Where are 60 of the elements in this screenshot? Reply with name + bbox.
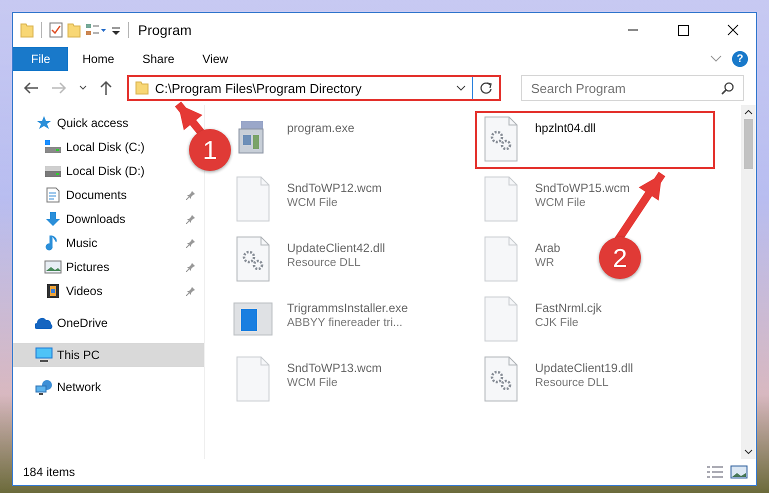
properties-icon[interactable] [49, 22, 63, 38]
help-button[interactable]: ? [732, 51, 748, 67]
cloud-icon [35, 315, 53, 331]
item-count: 184 items [23, 465, 76, 479]
file-item[interactable]: TrigrammsInstaller.exe ABBYY finereader tri... [227, 291, 418, 349]
file-item[interactable]: hpzlnt04.dll [475, 111, 715, 169]
pin-icon[interactable] [186, 262, 196, 272]
scrollbar[interactable] [741, 105, 756, 459]
folder-icon [135, 81, 149, 95]
up-icon[interactable] [99, 80, 113, 96]
window-title: Program [138, 22, 192, 38]
monitor-icon [35, 347, 53, 363]
ribbon-tab[interactable]: Home [68, 47, 128, 71]
nav-item[interactable]: Network [13, 375, 110, 399]
star-icon [35, 115, 53, 131]
file-item[interactable]: SndToWP12.wcm WCM File [227, 171, 392, 229]
nav-item[interactable]: OneDrive [13, 311, 116, 335]
nav-item[interactable]: Music [13, 231, 204, 255]
file-item[interactable]: Arab WR [475, 231, 570, 289]
search-field[interactable]: Search Program [521, 75, 744, 101]
nav-item[interactable]: Pictures [13, 255, 204, 279]
pin-icon[interactable] [186, 190, 196, 200]
nav-item[interactable]: Quick access [13, 111, 136, 135]
document-icon [44, 187, 62, 203]
download-icon [44, 211, 62, 227]
network-icon [35, 379, 53, 395]
file-item[interactable]: SndToWP15.wcm WCM File [475, 171, 640, 229]
nav-item[interactable]: Videos [13, 279, 204, 303]
pin-icon[interactable] [186, 214, 196, 224]
scroll-down-icon[interactable] [744, 449, 753, 455]
large-icons-view-icon[interactable] [730, 465, 748, 479]
dropdown-icon[interactable] [456, 85, 466, 91]
recent-locations-icon[interactable] [79, 85, 87, 91]
view-options-icon[interactable] [85, 22, 107, 38]
nav-item[interactable]: Documents [13, 183, 204, 207]
details-view-icon[interactable] [706, 465, 724, 479]
scroll-up-icon[interactable] [744, 109, 753, 115]
nav-item[interactable]: Local Disk (C:) [13, 135, 153, 159]
file-item[interactable]: FastNrml.cjk CJK File [475, 291, 612, 349]
back-icon[interactable] [23, 81, 39, 95]
search-icon[interactable] [721, 81, 735, 95]
pin-icon[interactable] [186, 238, 196, 248]
scrollbar-thumb[interactable] [744, 119, 753, 169]
ribbon-tab[interactable]: Share [128, 47, 188, 71]
picture-icon [44, 259, 62, 275]
nav-item[interactable]: Downloads [13, 207, 204, 231]
address-bar[interactable]: C:\Program Files\Program Directory [127, 75, 501, 101]
drive-icon [44, 139, 62, 155]
pin-icon[interactable] [186, 286, 196, 296]
film-icon [44, 283, 62, 299]
nav-item[interactable]: Local Disk (D:) [13, 159, 153, 183]
ribbon-tab[interactable]: View [188, 47, 242, 71]
file-item[interactable]: UpdateClient19.dll Resource DLL [475, 351, 644, 409]
file-item[interactable]: UpdateClient42.dll Resource DLL [227, 231, 396, 289]
expand-ribbon-icon[interactable] [710, 55, 722, 63]
file-item[interactable]: SndToWP13.wcm WCM File [227, 351, 392, 409]
refresh-icon[interactable] [479, 81, 493, 95]
nav-item[interactable]: This PC [13, 343, 204, 367]
file-menu-tab[interactable]: File [13, 47, 68, 71]
drive-icon [44, 163, 62, 179]
